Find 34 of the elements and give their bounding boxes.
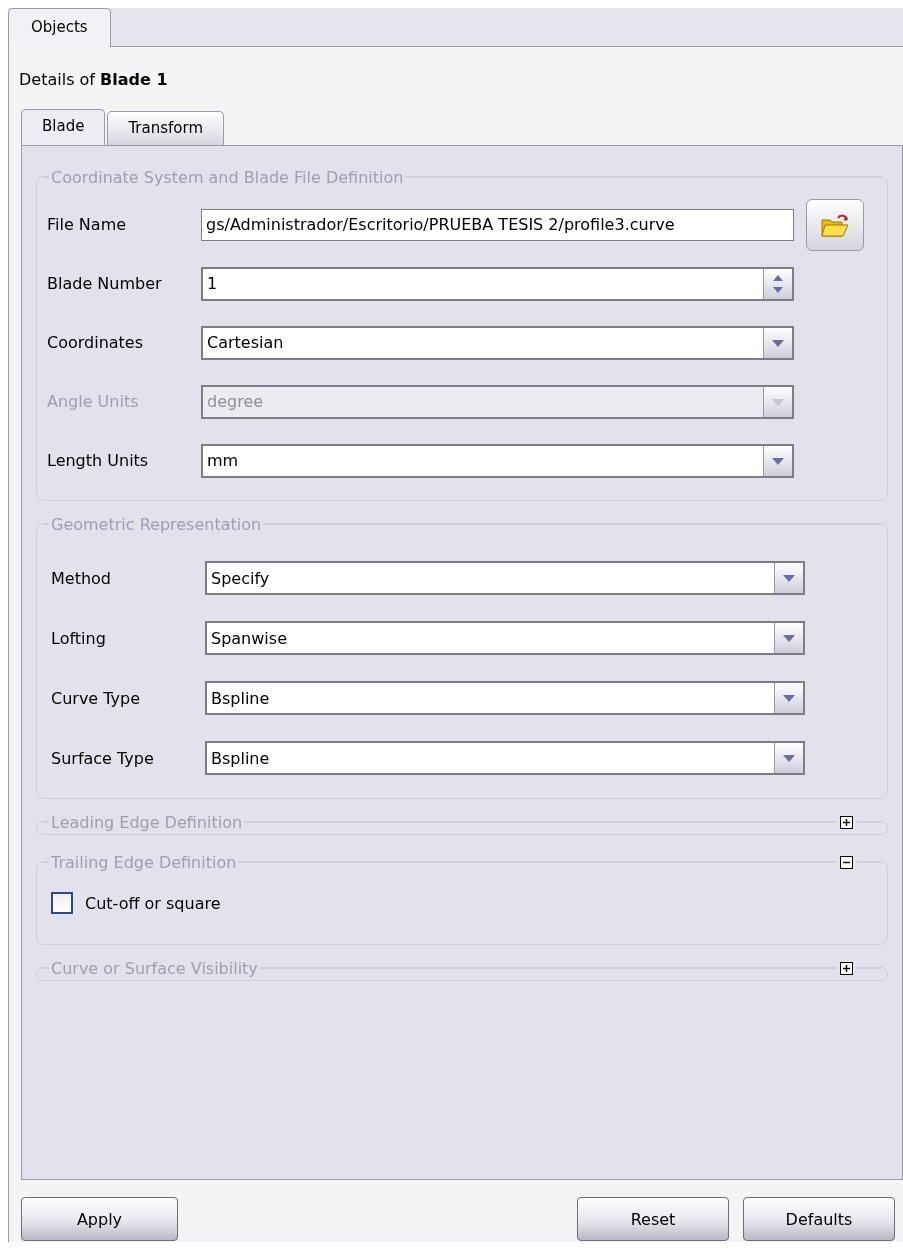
field-label: Lofting [51,628,107,648]
dropdown-arrow-icon [782,573,796,583]
dropdown-arrow-icon [771,455,785,466]
field-label: File Name [47,215,128,234]
field-label: Coordinates [47,333,145,352]
objects-tab[interactable]: Objects [8,8,111,47]
field-label: Method [51,568,112,588]
tab[interactable]: Blade [21,109,106,145]
dropdown[interactable]: Bspline [205,681,805,715]
checkbox-label: Cut-off or square [85,893,221,913]
field-label: Surface Type [51,748,155,768]
checkbox[interactable] [51,892,73,914]
dropdown[interactable]: mm [201,443,794,478]
dropdown-arrow-icon [782,693,796,703]
apply-button[interactable]: Apply [21,1197,178,1241]
dropdown[interactable]: Specify [205,561,805,595]
action-button[interactable]: Defaults [743,1197,895,1241]
dropdown-arrow-icon [782,633,796,643]
file-path-field[interactable]: gs/Administrador/Escritorio/PRUEBA TESIS 2/profile3.curve [201,208,794,241]
dropdown-arrow-icon [771,396,785,407]
field-label: Blade Number [47,274,163,293]
field-label: Angle Units [47,392,140,411]
dropdown[interactable]: Spanwise [205,621,805,655]
field-label: Length Units [47,451,150,470]
action-button[interactable]: Reset [577,1197,729,1241]
dropdown-arrow-icon [771,337,785,348]
browse-button[interactable] [806,198,864,251]
tab[interactable]: Transform [107,111,225,145]
field-label: Curve Type [51,688,142,708]
dropdown[interactable]: Bspline [205,741,805,775]
dropdown-arrow-icon [782,753,796,763]
spin-box[interactable]: 1 [201,266,794,301]
details-title: Details of Blade 1 [19,70,168,89]
dropdown[interactable]: Cartesian [201,325,794,360]
